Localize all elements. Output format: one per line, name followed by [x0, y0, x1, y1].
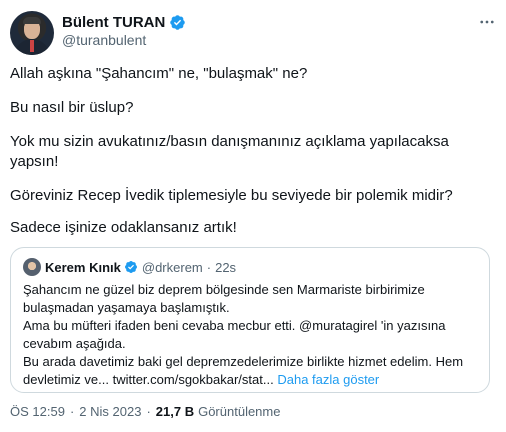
quoted-author-handle[interactable]: @drkerem	[142, 260, 203, 275]
more-options-icon[interactable]	[476, 12, 498, 32]
avatar-hair	[23, 17, 41, 24]
quoted-tweet-time[interactable]: 22s	[215, 260, 236, 275]
author-avatar[interactable]	[10, 11, 54, 55]
quoted-tweet-card[interactable]: Kerem Kınık @drkerem · 22s Şahancım ne g…	[10, 247, 490, 393]
tweet-paragraph: Göreviniz Recep İvedik tiplemesiyle bu s…	[10, 187, 453, 204]
tweet-paragraph: Sadece işinize odaklansanız artık!	[10, 219, 237, 236]
separator-dot: ·	[69, 403, 75, 419]
author-handle[interactable]: @turanbulent	[62, 32, 146, 48]
verified-badge-icon	[169, 14, 186, 31]
author-display-name[interactable]: Bülent TURAN	[62, 14, 165, 31]
tweet-paragraph-line: Yok mu sizin avukatınız/basın danışmanın…	[10, 133, 449, 150]
tweet-paragraph-line: yapsın!	[10, 153, 59, 170]
quoted-tweet-line: Bu arada davetimiz baki gel depremzedele…	[23, 354, 464, 369]
quoted-tweet-line: bulaşmadan yaşamaya başlamıştık.	[23, 300, 230, 315]
quoted-tweet-line: Ama bu müfteri ifaden beni cevaba mecbur…	[23, 317, 485, 335]
show-more-link[interactable]: Daha fazla göster	[277, 372, 379, 387]
separator-dot: ·	[146, 403, 151, 419]
tweet-date[interactable]: 2 Nis 2023	[79, 404, 141, 419]
quoted-author-avatar[interactable]	[23, 258, 41, 276]
views-count: 21,7 B	[155, 403, 195, 419]
avatar-tie	[30, 40, 34, 52]
truncated-url-link[interactable]: twitter.com/sgokbakar/stat...	[113, 372, 274, 387]
quoted-author-row: Kerem Kınık @drkerem · 22s	[45, 257, 236, 277]
quoted-tweet-line: devletimiz ve... twitter.com/sgokbakar/s…	[23, 371, 485, 389]
tweet-paragraph: Yok mu sizin avukatınız/basın danışmanın…	[10, 132, 498, 172]
tweet-paragraph: Bu nasıl bir üslup?	[10, 99, 134, 116]
quoted-tweet-line: cevabım aşağıda.	[23, 336, 126, 351]
quoted-tweet-line: Şahancım ne güzel biz deprem bölgesinde …	[23, 282, 425, 297]
author-name-row: Bülent TURAN	[62, 12, 186, 32]
tweet-time[interactable]: ÖS 12:59	[10, 404, 65, 419]
quoted-text-fragment: 'in yazısına	[377, 318, 446, 333]
views-label: Görüntülenme	[198, 403, 281, 419]
verified-badge-icon	[124, 260, 138, 274]
mention-link[interactable]: @muratagirel	[299, 318, 377, 333]
quoted-author-name[interactable]: Kerem Kınık	[45, 260, 121, 275]
tweet: Bülent TURAN @turanbulent Allah aşkına "…	[0, 0, 506, 432]
separator-dot: ·	[206, 259, 212, 275]
quoted-text-fragment: devletimiz ve...	[23, 372, 113, 387]
tweet-paragraph: Allah aşkına "Şahancım" ne, "bulaşmak" n…	[10, 65, 308, 82]
quoted-text-fragment: Ama bu müfteri ifaden beni cevaba mecbur…	[23, 318, 300, 333]
tweet-meta: ÖS 12:59 · 2 Nis 2023 · 21,7 B Görüntüle…	[10, 402, 280, 420]
